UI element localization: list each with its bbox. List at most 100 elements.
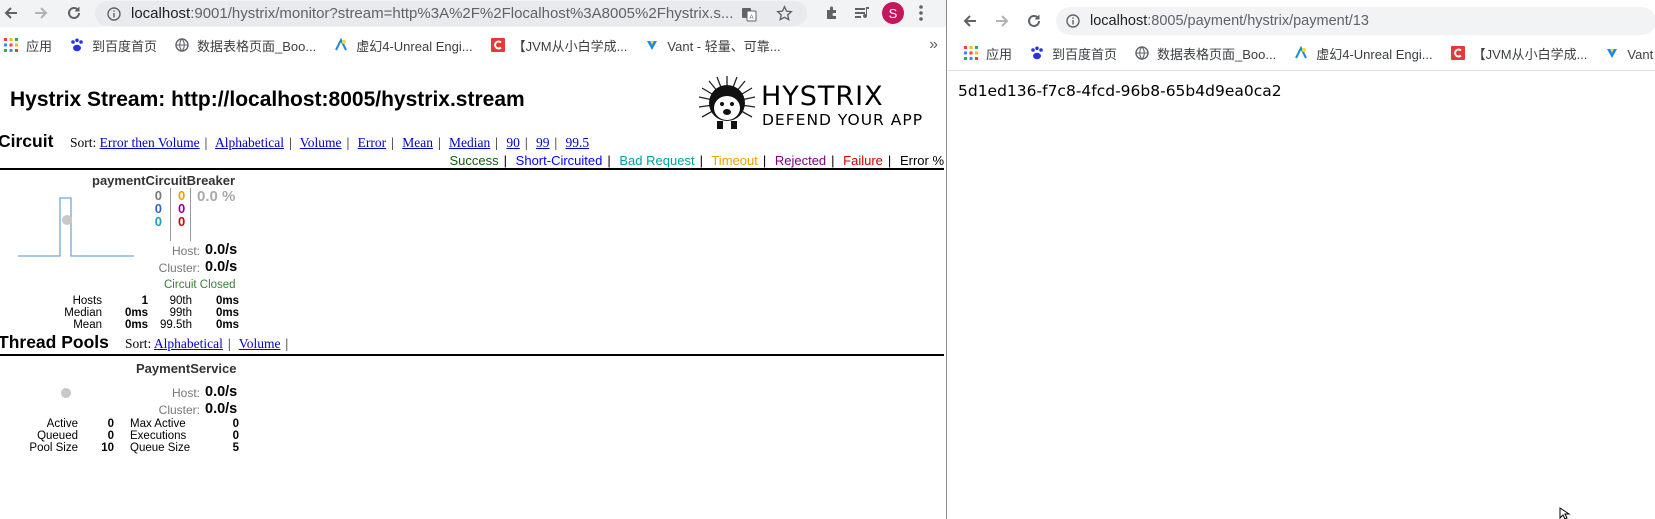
reload-icon [1028, 14, 1040, 27]
stat-99-5th-label: 99.5th [160, 319, 192, 331]
baidu-paw-icon [71, 38, 83, 52]
stat-median-label: Median [64, 307, 102, 319]
legend-timeout: Timeout [711, 153, 758, 168]
circuit-heading: Circuit [0, 131, 54, 151]
bookmark-datatable[interactable]: 数据表格页面_Boo... [175, 36, 316, 55]
bookmark-label: 数据表格页面_Boo... [1157, 46, 1277, 62]
hystrix-logo: HYSTRIX DEFEND YOUR APP [697, 75, 937, 131]
profile-avatar[interactable]: S [882, 2, 904, 24]
pool-active-label: Active [46, 418, 78, 430]
bookmark-baidu[interactable]: 到百度首页 [1030, 44, 1117, 63]
stat-99th-value: 0ms [215, 307, 239, 319]
apps-grid-icon [4, 38, 18, 52]
sort-median-link[interactable]: Median [449, 135, 490, 150]
sort-mean-link[interactable]: Mean [402, 135, 433, 150]
reload-button[interactable] [63, 2, 85, 24]
reload-button[interactable] [1023, 10, 1045, 32]
pool-max-active-value: 0 [232, 418, 239, 430]
back-arrow-icon [963, 15, 976, 27]
unreal-icon [1295, 46, 1308, 59]
translate-icon[interactable]: A [741, 6, 757, 22]
circuit-status: Circuit Closed [164, 279, 236, 291]
legend-failure: Failure [843, 153, 883, 168]
pool-sort-volume-link[interactable]: Volume [239, 336, 281, 351]
cluster-rate-value: 0.0/s [205, 259, 238, 275]
thread-pools-sort-bar: Sort: Alphabetical | Volume | [125, 336, 289, 351]
extensions-icon[interactable] [824, 5, 840, 21]
cluster-rate-row: Cluster: [130, 261, 200, 275]
sort-alphabetical-link[interactable]: Alphabetical [215, 135, 284, 150]
mouse-cursor-icon [1559, 507, 1571, 519]
bookmark-vant[interactable]: Vant - 轻量、可靠... [1605, 44, 1655, 63]
bookmark-apps[interactable]: 应用 [964, 44, 1012, 63]
sort-99-5-link[interactable]: 99.5 [566, 135, 590, 150]
bookmark-unreal[interactable]: 虚幻4-Unreal Engi... [1294, 44, 1433, 63]
forward-button[interactable] [30, 2, 52, 24]
legend-bad-request: Bad Request [619, 153, 695, 168]
bookmark-datatable[interactable]: 数据表格页面_Boo... [1135, 44, 1276, 63]
logo-wordmark: HYSTRIX [761, 81, 884, 112]
baidu-paw-icon [1031, 46, 1043, 60]
stat-mean-label: Mean [73, 319, 102, 331]
sort-error-link[interactable]: Error [358, 135, 386, 150]
bookmark-jvm[interactable]: 【JVM从小白学成... [490, 36, 627, 55]
sort-label: Sort: [125, 336, 152, 351]
stat-99-5th-value: 0ms [215, 319, 239, 331]
back-arrow-icon [4, 7, 17, 19]
sort-90-link[interactable]: 90 [506, 135, 520, 150]
media-queue-icon[interactable] [854, 5, 871, 21]
url-text: localhost:8005/payment/hystrix/payment/1… [1090, 13, 1369, 29]
pool-queued-label: Queued [37, 430, 78, 442]
circuit-legend: Success | Short-Circuited | Bad Request | T… [449, 153, 944, 168]
cluster-rate-label: Cluster: [158, 261, 200, 275]
info-icon [1066, 14, 1080, 28]
bookmarks-bar: 应用 到百度首页 数据表格页面_Boo... 虚幻4-Unreal Engi..… [0, 35, 946, 55]
legend-short-circuited: Short-Circuited [515, 153, 603, 168]
browser-toolbar: localhost:9001/hystrix/monitor?stream=ht… [0, 0, 946, 27]
csdn-icon [490, 38, 505, 52]
stat-mean-value: 0ms [124, 319, 148, 331]
url-host: localhost [131, 5, 191, 22]
sort-error-then-volume-link[interactable]: Error then Volume [100, 135, 200, 150]
address-bar[interactable]: localhost:9001/hystrix/monitor?stream=ht… [95, 1, 807, 26]
count-bad-request: 0 [154, 214, 162, 229]
sort-99-link[interactable]: 99 [536, 135, 550, 150]
stat-hosts-label: Hosts [72, 295, 102, 307]
error-percentage: 0.0 % [197, 188, 236, 205]
circuit-divider [0, 168, 944, 170]
address-bar[interactable]: localhost:8005/payment/hystrix/payment/1… [1056, 7, 1655, 35]
back-button[interactable] [0, 2, 22, 24]
back-button[interactable] [959, 10, 981, 32]
page-title: Hystrix Stream: http://localhost:8005/hy… [10, 88, 525, 111]
bookmarks-overflow-button[interactable]: » [929, 36, 938, 54]
bookmark-apps[interactable]: 应用 [4, 36, 52, 55]
bookmark-vant[interactable]: Vant - 轻量、可靠... [645, 36, 781, 55]
bookmark-baidu[interactable]: 到百度首页 [70, 36, 157, 55]
stat-median-value: 0ms [124, 307, 148, 319]
bookmark-jvm[interactable]: 【JVM从小白学成... [1450, 44, 1587, 63]
apps-grid-icon [964, 46, 978, 60]
star-icon[interactable] [776, 5, 793, 22]
pool-sort-alphabetical-link[interactable]: Alphabetical [154, 336, 223, 351]
url-host: localhost [1090, 13, 1148, 29]
more-menu-icon[interactable] [918, 4, 924, 22]
logo-tagline: DEFEND YOUR APP [762, 111, 924, 129]
svg-text:A: A [749, 15, 753, 21]
pool-queued-value: 0 [107, 430, 114, 442]
response-body-text: 5d1ed136-f7c8-4fcd-96b8-65b4d9ea0ca2 [958, 82, 1282, 100]
pool-max-active-label: Max Active [130, 418, 186, 430]
pool-host-rate-value: 0.0/s [205, 384, 238, 400]
pool-size-value: 10 [101, 442, 114, 454]
pool-active-value: 0 [107, 418, 114, 430]
bookmark-label: Vant - 轻量、可靠... [667, 38, 781, 54]
bookmark-label: Vant - 轻量、可靠... [1627, 46, 1655, 62]
sort-volume-link[interactable]: Volume [300, 135, 342, 150]
bookmarks-bar: 应用 到百度首页 数据表格页面_Boo... 虚幻4-Unreal Engi..… [948, 43, 1655, 63]
thread-pools-heading: Thread Pools [0, 332, 109, 352]
stat-90th-label: 90th [169, 295, 192, 307]
circuit-health-bubble [62, 215, 72, 225]
bookmark-unreal[interactable]: 虚幻4-Unreal Engi... [334, 36, 473, 55]
info-icon [107, 6, 121, 21]
forward-button[interactable] [991, 10, 1013, 32]
pool-executions-label: Executions [130, 430, 187, 442]
